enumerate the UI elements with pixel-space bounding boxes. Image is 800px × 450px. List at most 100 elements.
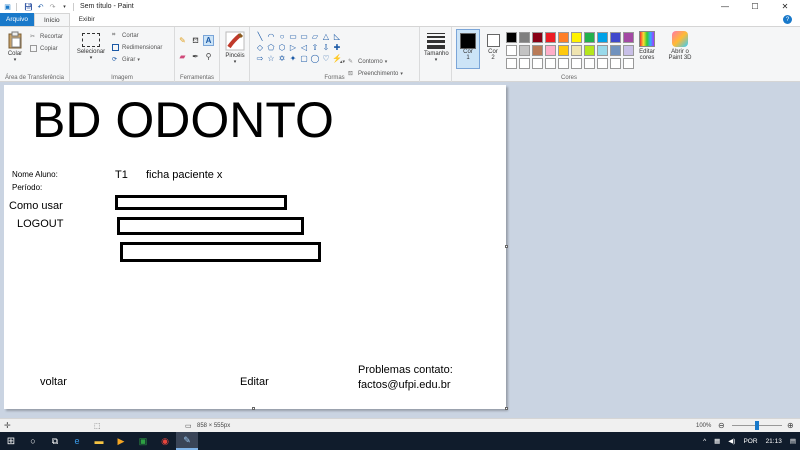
- color2-button[interactable]: Cor 2: [482, 29, 504, 69]
- text-tool-icon[interactable]: A: [203, 35, 214, 46]
- clock[interactable]: 21:13: [766, 438, 782, 445]
- color-swatch[interactable]: [623, 45, 634, 56]
- shape-option[interactable]: ⬡: [277, 42, 287, 53]
- task-view-icon[interactable]: ⧉: [44, 432, 66, 450]
- color-swatch[interactable]: [571, 32, 582, 43]
- shape-option[interactable]: ☆: [266, 53, 276, 64]
- color-swatch[interactable]: [558, 58, 569, 69]
- color-swatch[interactable]: [571, 45, 582, 56]
- color-swatch[interactable]: [506, 32, 517, 43]
- shape-option[interactable]: ⇨: [255, 53, 265, 64]
- color-swatch[interactable]: [584, 32, 595, 43]
- windows-start-icon[interactable]: ⊞: [0, 432, 22, 450]
- network-icon[interactable]: ▦: [714, 437, 720, 445]
- tab-view[interactable]: Exibir: [70, 13, 104, 26]
- file-explorer-icon[interactable]: ▬: [88, 432, 110, 450]
- color-swatch[interactable]: [584, 45, 595, 56]
- color-swatch[interactable]: [519, 58, 530, 69]
- shape-option[interactable]: △: [321, 31, 331, 42]
- resize-button[interactable]: Redimensionar: [112, 44, 162, 51]
- shape-option[interactable]: ✦: [288, 53, 298, 64]
- shape-option[interactable]: ⬠: [266, 42, 276, 53]
- color-swatch[interactable]: [545, 32, 556, 43]
- cut-button[interactable]: ✂ Recortar: [30, 33, 63, 41]
- shape-option[interactable]: ◁: [299, 42, 309, 53]
- shape-option[interactable]: ◺: [332, 31, 342, 42]
- color-swatch[interactable]: [623, 58, 634, 69]
- edit-colors-button[interactable]: Editar cores: [635, 31, 659, 61]
- undo-icon[interactable]: ↶: [36, 2, 45, 11]
- language-indicator[interactable]: POR: [743, 438, 757, 445]
- brushes-button[interactable]: Pincéis ▾: [223, 31, 247, 65]
- eraser-icon[interactable]: ▰: [177, 51, 188, 62]
- shape-option[interactable]: ▭: [288, 31, 298, 42]
- fill-bucket-icon[interactable]: ⛾: [190, 35, 201, 46]
- color-swatch[interactable]: [532, 32, 543, 43]
- tab-home[interactable]: Início: [34, 13, 70, 26]
- resize-handle-corner[interactable]: [505, 407, 508, 410]
- fill-button[interactable]: ⛾ Preenchimento ▾: [348, 70, 403, 78]
- pencil-icon[interactable]: ✎: [177, 35, 188, 46]
- zoom-in-icon[interactable]: ⊕: [787, 421, 794, 430]
- close-button[interactable]: ✕: [770, 0, 800, 13]
- color-swatch[interactable]: [610, 58, 621, 69]
- shape-option[interactable]: ✡: [277, 53, 287, 64]
- rotate-button[interactable]: ⟳ Girar ▾: [112, 56, 140, 64]
- resize-handle-right[interactable]: [505, 245, 508, 248]
- customize-quick-access-icon[interactable]: ▾: [60, 2, 69, 11]
- color-swatch[interactable]: [545, 58, 556, 69]
- shape-option[interactable]: ▷: [288, 42, 298, 53]
- color-swatch[interactable]: [519, 32, 530, 43]
- color-swatch[interactable]: [545, 45, 556, 56]
- select-button[interactable]: Selecionar ▾: [74, 33, 108, 61]
- color-swatch[interactable]: [532, 58, 543, 69]
- chrome-icon[interactable]: ◉: [154, 432, 176, 450]
- resize-handle-bottom[interactable]: [252, 407, 255, 410]
- save-icon[interactable]: 💾︎: [24, 2, 33, 11]
- notification-icon[interactable]: ▤: [790, 437, 796, 445]
- edge-icon[interactable]: e: [66, 432, 88, 450]
- color-swatch[interactable]: [623, 32, 634, 43]
- drawing-canvas[interactable]: BD ODONTO Nome Aluno: Período: T1 ficha …: [4, 85, 508, 410]
- app-icon[interactable]: ▣: [132, 432, 154, 450]
- outline-button[interactable]: ✎ Contorno ▾: [348, 58, 387, 66]
- color-swatch[interactable]: [597, 32, 608, 43]
- volume-icon[interactable]: ◀): [728, 437, 735, 445]
- crop-button[interactable]: ⌗ Cortar: [112, 32, 139, 39]
- color-swatch[interactable]: [584, 58, 595, 69]
- color-swatch[interactable]: [558, 45, 569, 56]
- zoom-slider-thumb[interactable]: [755, 421, 759, 430]
- minimize-button[interactable]: —: [710, 0, 740, 13]
- copy-button[interactable]: Copiar: [30, 45, 58, 52]
- shape-option[interactable]: ▱: [310, 31, 320, 42]
- shape-option[interactable]: ◠: [266, 31, 276, 42]
- zoom-out-icon[interactable]: ⊖: [718, 421, 725, 430]
- media-player-icon[interactable]: ▶: [110, 432, 132, 450]
- shape-option[interactable]: ⇩: [321, 42, 331, 53]
- color-swatch[interactable]: [610, 45, 621, 56]
- maximize-button[interactable]: ☐: [740, 0, 770, 13]
- shape-option[interactable]: ▢: [299, 53, 309, 64]
- color-swatch[interactable]: [558, 32, 569, 43]
- paste-button[interactable]: Colar ▾: [4, 31, 26, 63]
- tab-file[interactable]: Arquivo: [0, 13, 35, 26]
- color-swatch[interactable]: [610, 32, 621, 43]
- color-swatch[interactable]: [597, 58, 608, 69]
- chevron-up-icon[interactable]: ^: [703, 438, 706, 445]
- search-icon[interactable]: ○: [22, 432, 44, 450]
- color-swatch[interactable]: [597, 45, 608, 56]
- color-swatch[interactable]: [519, 45, 530, 56]
- help-icon[interactable]: ?: [783, 15, 792, 24]
- shape-option[interactable]: ◇: [255, 42, 265, 53]
- shape-option[interactable]: ⇧: [310, 42, 320, 53]
- color1-button[interactable]: Cor 1: [456, 29, 480, 69]
- shape-option[interactable]: ▭: [299, 31, 309, 42]
- magnifier-icon[interactable]: ⚲: [203, 51, 214, 62]
- shape-option[interactable]: ✚: [332, 42, 342, 53]
- shape-option[interactable]: ○: [277, 31, 287, 42]
- shape-option[interactable]: ◯: [310, 53, 320, 64]
- shapes-scroll[interactable]: ▴▾: [340, 59, 345, 65]
- shape-option[interactable]: ♡: [321, 53, 331, 64]
- open-paint3d-button[interactable]: Abrir o Paint 3D: [665, 31, 695, 61]
- size-button[interactable]: Tamanho ▾: [424, 33, 449, 63]
